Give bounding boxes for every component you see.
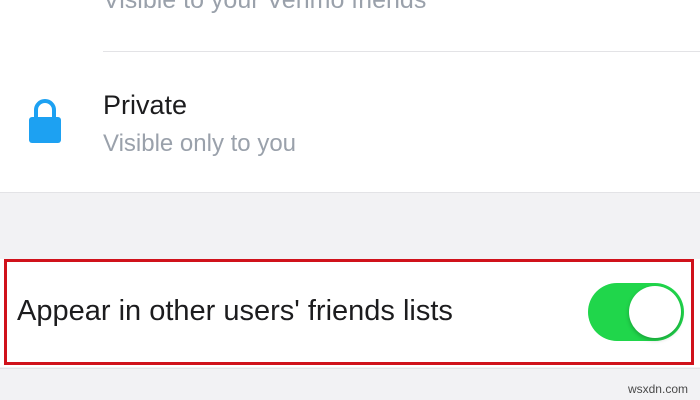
highlight-annotation xyxy=(4,259,694,365)
lock-icon xyxy=(29,99,61,143)
private-option-title: Private xyxy=(103,90,188,120)
private-option-row[interactable]: Private Visible only to you xyxy=(0,52,700,192)
watermark: wsxdn.com xyxy=(627,382,688,396)
friends-option-subtitle: Visible to your Venmo friends xyxy=(103,0,427,14)
private-option-subtitle: Visible only to you xyxy=(103,130,297,157)
row-divider xyxy=(0,368,700,369)
visibility-options-list: Visible to your Venmo friends Private Vi… xyxy=(0,0,700,193)
